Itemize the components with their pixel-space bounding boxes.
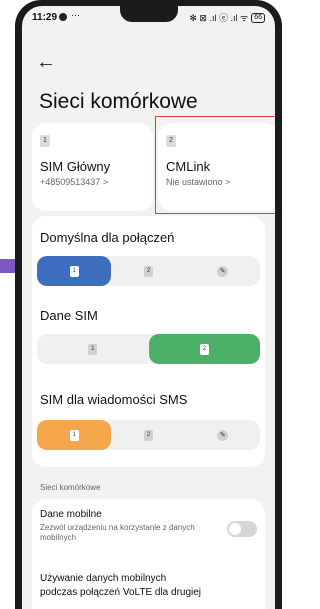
- mobile-data-sim-selector: 1 2: [37, 334, 260, 364]
- notification-icon: [59, 13, 67, 21]
- mobile-data-description: Zezwól urządzeniu na korzystanie z danyc…: [40, 523, 195, 542]
- cellular-section-header: Sieci komórkowe: [40, 483, 101, 492]
- data-option-sim2[interactable]: 2: [148, 334, 260, 364]
- pencil-icon: ✎: [217, 265, 229, 277]
- mobile-data-sim-label: Dane SIM: [40, 308, 98, 323]
- default-calls-label: Domyślna dla połączeń: [40, 230, 175, 245]
- cellular-settings-panel: Dane mobilne Zezwól urządzeniu na korzys…: [32, 499, 265, 609]
- sim2-icon: 2: [199, 343, 209, 355]
- sim-name: SIM Główny: [40, 159, 111, 174]
- phone-frame: 11:29 ··· ✻ ⊠ .ıl ⓔ .ıl ᯤ 66 ← Sieci kom…: [15, 0, 282, 609]
- battery-icon: 66: [251, 12, 265, 23]
- sim-name: CMLink: [166, 159, 211, 174]
- calls-option-ask[interactable]: ✎: [186, 256, 260, 286]
- signal-icons: ✻ ⊠ .ıl ⓔ .ıl ᯤ: [189, 13, 249, 23]
- calls-option-sim1[interactable]: 1: [37, 256, 112, 286]
- mobile-data-title: Dane mobilne: [40, 509, 102, 520]
- camera-notch: [120, 6, 178, 22]
- side-marker: [0, 259, 15, 273]
- data-option-sim1[interactable]: 1: [37, 334, 149, 364]
- calls-option-sim2[interactable]: 2: [111, 256, 185, 286]
- sim2-icon: 2: [143, 429, 153, 441]
- screen: 11:29 ··· ✻ ⊠ .ıl ⓔ .ıl ᯤ 66 ← Sieci kom…: [22, 6, 275, 609]
- sim-subtitle: +48509513437 >: [40, 177, 109, 187]
- sim-badge-icon: 2: [166, 135, 176, 147]
- mobile-data-toggle[interactable]: [227, 521, 257, 537]
- sms-sim-selector: 1 2 ✎: [37, 420, 260, 450]
- arrow-left-icon: ←: [36, 51, 56, 73]
- back-button[interactable]: ←: [36, 52, 56, 72]
- sim-preferences-panel: Domyślna dla połączeń 1 2 ✎ Dane SIM 1 2: [32, 216, 265, 467]
- page-title: Sieci komórkowe: [39, 90, 198, 113]
- more-notifications-icon: ···: [71, 10, 80, 20]
- sim1-icon: 1: [69, 265, 79, 277]
- sim2-icon: 2: [143, 265, 153, 277]
- default-calls-selector: 1 2 ✎: [37, 256, 260, 286]
- sim-badge-icon: 1: [40, 135, 50, 147]
- sim-card-2[interactable]: 2 CMLink Nie ustawiono >: [158, 123, 275, 211]
- sim1-icon: 1: [88, 343, 98, 355]
- sim1-icon: 1: [69, 429, 79, 441]
- sms-option-ask[interactable]: ✎: [186, 420, 260, 450]
- sim-card-1[interactable]: 1 SIM Główny +48509513437 >: [32, 123, 153, 211]
- status-time: 11:29: [32, 12, 58, 23]
- volte-data-title-line1[interactable]: Używanie danych mobilnych: [40, 573, 166, 584]
- sms-option-sim1[interactable]: 1: [37, 420, 112, 450]
- sim-subtitle: Nie ustawiono >: [166, 177, 231, 187]
- volte-data-title-line2[interactable]: podczas połączeń VoLTE dla drugiej: [40, 587, 201, 598]
- sms-option-sim2[interactable]: 2: [111, 420, 185, 450]
- sms-sim-label: SIM dla wiadomości SMS: [40, 392, 188, 407]
- pencil-icon: ✎: [217, 429, 229, 441]
- status-icons: ✻ ⊠ .ıl ⓔ .ıl ᯤ 66: [189, 11, 265, 24]
- toggle-knob: [229, 523, 241, 535]
